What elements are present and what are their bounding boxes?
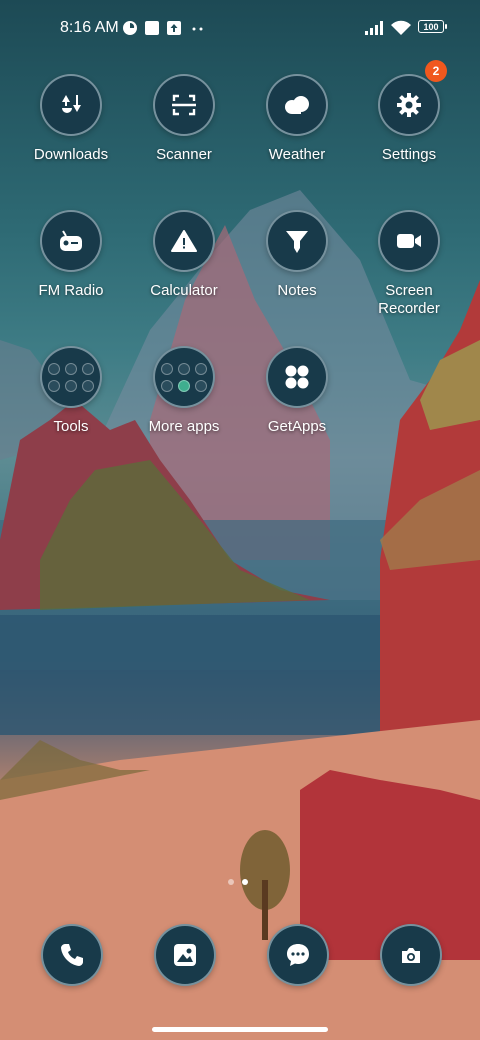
home-screen: 8:16 AM 100 Downloads Scanner Weather 2 …: [0, 0, 480, 1040]
notification-badge: 2: [425, 60, 447, 82]
app-weather[interactable]: Weather: [241, 74, 353, 164]
page-dot-active[interactable]: [242, 879, 248, 885]
square-notification-icon: [144, 20, 160, 36]
app-fm-radio[interactable]: FM Radio: [15, 210, 127, 300]
phone-icon[interactable]: [41, 924, 103, 986]
app-label: Downloads: [33, 146, 109, 163]
app-label: Tools: [53, 418, 89, 435]
mini-app-icon: [178, 379, 190, 392]
app-downloads[interactable]: Downloads: [15, 74, 127, 164]
radio-icon[interactable]: [40, 210, 102, 272]
chat-icon[interactable]: [267, 924, 329, 986]
wifi-icon: [390, 20, 412, 36]
weather-icon[interactable]: [266, 74, 328, 136]
folder-icon[interactable]: [40, 346, 102, 408]
mini-app-icon: [161, 362, 173, 375]
folder-icon[interactable]: [153, 346, 215, 408]
folder-tools[interactable]: Tools: [15, 346, 127, 436]
app-notes[interactable]: Notes: [241, 210, 353, 300]
dock: [0, 924, 480, 988]
mini-app-icon: [48, 362, 60, 375]
app-label: Notes: [277, 282, 317, 299]
mini-app-icon: [65, 362, 77, 375]
mini-app-icon: [82, 379, 94, 392]
more-notifications-icon: [190, 20, 206, 36]
page-dot[interactable]: [228, 879, 234, 885]
app-label: GetApps: [267, 418, 327, 435]
app-label: Scanner: [156, 146, 212, 163]
calculator-icon[interactable]: [153, 210, 215, 272]
home-gesture-bar[interactable]: [152, 1027, 328, 1032]
mini-app-icon: [48, 379, 60, 392]
signal-icon: [364, 20, 386, 36]
app-settings[interactable]: 2 Settings: [353, 60, 465, 164]
mini-app-icon: [82, 362, 94, 375]
app-label: Settings: [381, 146, 437, 163]
app-label: FM Radio: [38, 282, 104, 299]
upload-notification-icon: [166, 20, 182, 36]
battery-icon: 100: [418, 20, 447, 33]
camera-icon[interactable]: [380, 924, 442, 986]
status-bar: 8:16 AM 100: [0, 0, 480, 56]
folder-more-apps[interactable]: More apps: [128, 346, 240, 436]
app-getapps[interactable]: GetApps: [241, 346, 353, 436]
mini-app-icon: [178, 362, 190, 375]
gallery-icon[interactable]: [154, 924, 216, 986]
app-scanner[interactable]: Scanner: [128, 74, 240, 164]
app-calculator[interactable]: Calculator: [128, 210, 240, 300]
video-camera-icon[interactable]: [378, 210, 440, 272]
notes-icon[interactable]: [266, 210, 328, 272]
mini-app-icon: [161, 379, 173, 392]
downloads-icon[interactable]: [40, 74, 102, 136]
app-label: Calculator: [150, 282, 218, 299]
gear-icon[interactable]: [378, 74, 440, 136]
scanner-icon[interactable]: [153, 74, 215, 136]
mini-app-icon: [65, 379, 77, 392]
app-notification-icon: [122, 20, 138, 36]
mini-app-icon: [195, 379, 207, 392]
page-indicator: [228, 879, 248, 885]
app-label: Weather: [268, 146, 326, 163]
status-time: 8:16 AM: [60, 19, 119, 36]
mini-app-icon: [195, 362, 207, 375]
app-label: More apps: [148, 418, 220, 435]
getapps-icon[interactable]: [266, 346, 328, 408]
app-label: Screen Recorder: [378, 282, 440, 317]
app-screen-recorder[interactable]: Screen Recorder: [353, 210, 465, 318]
